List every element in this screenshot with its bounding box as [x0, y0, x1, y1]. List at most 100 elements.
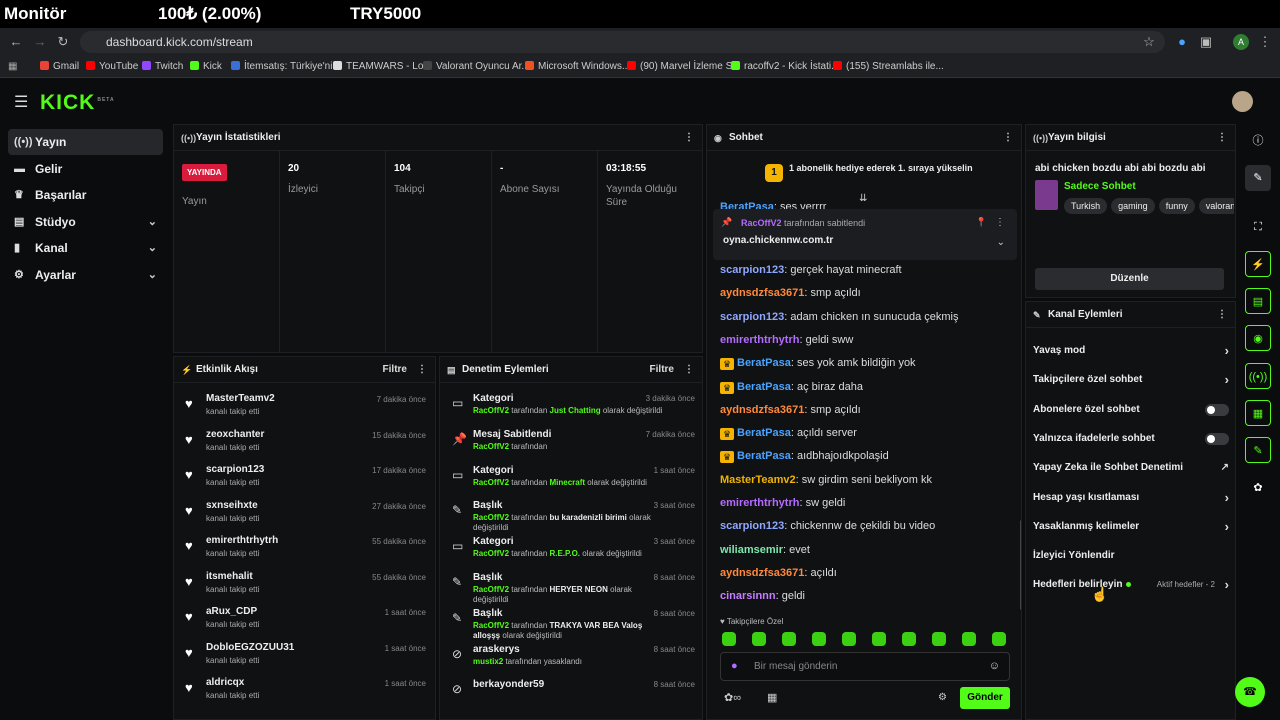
- chat-username[interactable]: aydnsdzfsa3671: [720, 404, 804, 416]
- sidebar-item-studyo[interactable]: ▤ Stüdyo ⌄: [8, 209, 163, 235]
- moderation-item[interactable]: ▭ Kategori RacOffV2 tarafından Just Chatti…: [440, 390, 702, 426]
- chat-username[interactable]: wiliamsemir: [720, 544, 783, 556]
- emote-icon[interactable]: [902, 632, 916, 646]
- sidebar-item-gelir[interactable]: ▬ Gelir: [8, 156, 163, 182]
- chat-message[interactable]: scarpion123: adam chicken ın sunucuda çe…: [720, 311, 958, 323]
- chat-message[interactable]: ♛ BeratPasa: aıdbhajoıdkpolaşid: [720, 450, 889, 464]
- more-icon[interactable]: ⋮: [1003, 125, 1013, 151]
- profile-avatar[interactable]: A: [1233, 34, 1249, 50]
- chat-message[interactable]: aydnsdzfsa3671: smp açıldı: [720, 287, 861, 299]
- moderation-user[interactable]: mustix2: [473, 657, 503, 666]
- chat-message[interactable]: scarpion123: gerçek hayat minecraft: [720, 264, 902, 276]
- hamburger-icon[interactable]: ☰: [14, 92, 28, 112]
- sidebar-item-basarilar[interactable]: ♛ Başarılar: [8, 182, 163, 208]
- activity-item[interactable]: ♥ MasterTeamv2 kanalı takip etti 7 dakika ö…: [174, 389, 436, 425]
- chat-message[interactable]: aydnsdzfsa3671: smp açıldı: [720, 404, 861, 416]
- moderation-item[interactable]: ✎ Başlık RacOffV2 tarafından bu karadenizl…: [440, 497, 702, 533]
- toggle-switch[interactable]: [1205, 403, 1229, 416]
- chat-message[interactable]: scarpion123: chickennw de çekildi bu vid…: [720, 520, 935, 532]
- sidebar-item-kanal[interactable]: ▮ Kanal ⌄: [8, 235, 163, 261]
- chat-icon[interactable]: ◉: [1245, 325, 1271, 351]
- chat-username[interactable]: scarpion123: [720, 520, 784, 532]
- activity-item[interactable]: ♥ aldricqx kanalı takip etti 1 saat önce: [174, 673, 436, 709]
- chat-message[interactable]: emirerthtrhytrh: geldi sww: [720, 334, 853, 346]
- more-icon[interactable]: ⋮: [1217, 125, 1227, 151]
- moderation-item[interactable]: ✎ Başlık RacOffV2 tarafından HERYER NEON o…: [440, 569, 702, 605]
- emote-icon[interactable]: [962, 632, 976, 646]
- chat-message[interactable]: ♛ BeratPasa: açıldı server: [720, 427, 857, 441]
- activity-item[interactable]: ♥ itsmehalit kanalı takip etti 55 dakika ön…: [174, 567, 436, 603]
- collapse-icon[interactable]: ⇊: [859, 193, 867, 204]
- emote-icon[interactable]: [842, 632, 856, 646]
- chat-message[interactable]: emirerthtrhytrh: sw geldi: [720, 497, 845, 509]
- moderation-user[interactable]: RacOffV2: [473, 585, 509, 594]
- back-icon[interactable]: ←: [8, 34, 24, 50]
- sidebar-item-ayarlar[interactable]: ⚙ Ayarlar ⌄: [8, 262, 163, 288]
- filter-button[interactable]: Filtre: [383, 357, 407, 383]
- chat-message[interactable]: cinarsinnn: geldi: [720, 590, 805, 602]
- moderation-user[interactable]: RacOffV2: [473, 549, 509, 558]
- emote-icon[interactable]: [722, 632, 736, 646]
- puzzle-icon[interactable]: ▣: [1198, 34, 1214, 50]
- info-icon[interactable]: ⓘ: [1245, 128, 1271, 154]
- category-name[interactable]: Sadece Sohbet: [1064, 181, 1136, 192]
- settings-icon[interactable]: ⚙: [938, 692, 947, 703]
- activity-item[interactable]: ♥ emirerthtrhytrh kanalı takip etti 55 daki…: [174, 531, 436, 567]
- channel-action-item[interactable]: Yalnızca ifadelerle sohbet: [1033, 429, 1229, 449]
- wrench-icon[interactable]: ✎: [1245, 437, 1271, 463]
- chat-message[interactable]: ♛ BeratPasa: aç biraz daha: [720, 381, 863, 394]
- emote-icon[interactable]: [812, 632, 826, 646]
- kick-logo[interactable]: KICK BETA: [40, 91, 115, 115]
- emote-icon[interactable]: [872, 632, 886, 646]
- moderation-user[interactable]: RacOffV2: [473, 513, 509, 522]
- chat-username[interactable]: BeratPasa: [737, 427, 791, 439]
- bookmark-youtube[interactable]: YouTube: [86, 61, 138, 72]
- more-icon[interactable]: ⋮: [684, 125, 694, 151]
- chat-username[interactable]: aydnsdzfsa3671: [720, 287, 804, 299]
- moderation-user[interactable]: RacOffV2: [473, 478, 509, 487]
- channel-action-item[interactable]: Yavaş mod ›: [1033, 341, 1229, 361]
- moderation-user[interactable]: RacOffV2: [473, 442, 509, 451]
- channel-action-item[interactable]: Takipçilere özel sohbet ›: [1033, 370, 1229, 390]
- emote-icon[interactable]: [752, 632, 766, 646]
- activity-item[interactable]: ♥ aRux_CDP kanalı takip etti 1 saat önce: [174, 602, 436, 638]
- bookmark-teamwars[interactable]: TEAMWARS - Lobi: [333, 61, 431, 72]
- moderation-item[interactable]: ▭ Kategori RacOffV2 tarafından Minecraft o…: [440, 462, 702, 498]
- more-icon[interactable]: ⋮: [1217, 302, 1227, 328]
- toggle-switch[interactable]: [1205, 432, 1229, 445]
- activity-item[interactable]: ♥ DobloEGZOZUU31 kanalı takip etti 1 saat ö…: [174, 638, 436, 674]
- cheer-icon[interactable]: ✿: [1245, 475, 1271, 501]
- chat-username[interactable]: scarpion123: [720, 311, 784, 323]
- emote-icon[interactable]: [992, 632, 1006, 646]
- reload-icon[interactable]: ↻: [55, 34, 71, 50]
- moderation-item[interactable]: ⊘ berkayonder59 8 saat önce: [440, 676, 702, 712]
- moderation-item[interactable]: ⊘ araskerys mustix2 tarafından yasaklandı 8…: [440, 641, 702, 677]
- edit-button[interactable]: Düzenle: [1035, 268, 1224, 290]
- channel-action-item[interactable]: Abonelere özel sohbet: [1033, 400, 1229, 420]
- chat-username[interactable]: emirerthtrhytrh: [720, 334, 799, 346]
- bookmark-valorant[interactable]: Valorant Oyuncu Ar...: [423, 61, 530, 72]
- activity-item[interactable]: ♥ sxnseihxte kanalı takip etti 27 dakika ön…: [174, 496, 436, 532]
- emote-icon[interactable]: [932, 632, 946, 646]
- bookmark-itemsatis[interactable]: İtemsatış: Türkiye'ni...: [231, 61, 341, 72]
- channel-action-item[interactable]: Hesap yaşı kısıtlaması ›: [1033, 488, 1229, 508]
- bookmark-kick-stats[interactable]: racoffv2 - Kick İstati...: [731, 61, 839, 72]
- chat-username[interactable]: BeratPasa: [737, 450, 791, 462]
- bookmark-microsoft[interactable]: Microsoft Windows...: [525, 61, 630, 72]
- chat-username[interactable]: MasterTeamv2: [720, 474, 796, 486]
- star-icon[interactable]: ☆: [1141, 34, 1157, 50]
- store-icon[interactable]: ▦: [767, 691, 777, 704]
- channel-action-item[interactable]: Yapay Zeka ile Sohbet Denetimi ↗: [1033, 458, 1229, 478]
- chat-input[interactable]: ● Bir mesaj gönderin ☺: [720, 652, 1010, 681]
- bookmark-gmail[interactable]: Gmail: [40, 61, 79, 72]
- address-bar[interactable]: dashboard.kick.com/stream: [80, 31, 1165, 53]
- moderation-user[interactable]: RacOffV2: [473, 406, 509, 415]
- broadcast-icon[interactable]: ((•)): [1245, 363, 1271, 389]
- emoji-icon[interactable]: ☺: [989, 660, 1000, 672]
- cheer-icon[interactable]: ✿∞: [724, 691, 741, 704]
- bolt-icon[interactable]: ⚡: [1245, 251, 1271, 277]
- chat-username[interactable]: emirerthtrhytrh: [720, 497, 799, 509]
- gift-banner[interactable]: 11 abonelik hediye ederek 1. sıraya yüks…: [765, 163, 973, 182]
- more-icon[interactable]: ⋮: [417, 357, 427, 383]
- apps-icon[interactable]: ▦: [8, 61, 17, 72]
